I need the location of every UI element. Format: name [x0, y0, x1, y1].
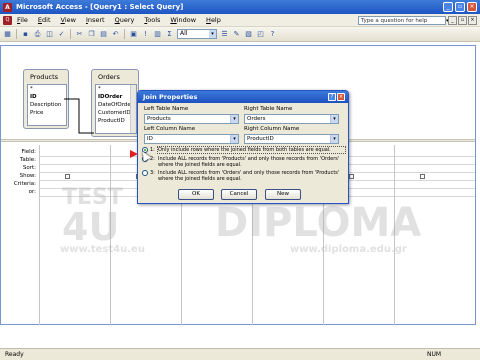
- option-number: 2:: [150, 156, 155, 162]
- paste-icon[interactable]: ▤: [99, 30, 108, 39]
- menu-insert[interactable]: Insert: [81, 16, 110, 24]
- toolbar-separator: [16, 29, 17, 39]
- left-column-label: Left Column Name: [144, 126, 196, 132]
- menu-tools[interactable]: Tools: [139, 16, 165, 24]
- toolbar: ▦ ▪ ⎙ ◫ ✓ ✂ ❐ ▤ ↶ ▣ ! ▥ Σ All ▾ ☰ ✎ ▧ ◰ ?: [0, 27, 480, 42]
- query-type-icon[interactable]: ▣: [129, 30, 138, 39]
- properties-icon[interactable]: ☰: [220, 30, 229, 39]
- join-type-options: 1: Only include rows where the joined fi…: [142, 145, 346, 183]
- help-search-input[interactable]: Type a question for help: [358, 16, 446, 25]
- grid-row-label: Show:: [19, 173, 36, 179]
- left-column-select[interactable]: ID ▾: [144, 134, 239, 144]
- child-window-controls: _ ▫ ×: [448, 16, 477, 25]
- watermark-url-left: www.test4u.eu: [60, 244, 145, 255]
- grid-row-label: Field:: [21, 149, 36, 155]
- radio-button[interactable]: [142, 170, 148, 176]
- chevron-down-icon[interactable]: ▾: [209, 30, 216, 38]
- menu-help[interactable]: Help: [201, 16, 226, 24]
- window-controls: _ ▫ ×: [443, 2, 477, 12]
- menu-view[interactable]: View: [56, 16, 81, 24]
- print-icon[interactable]: ⎙: [33, 30, 42, 39]
- cancel-button[interactable]: Cancel: [221, 189, 257, 200]
- chevron-down-icon[interactable]: ▾: [230, 115, 238, 123]
- help-icon[interactable]: ?: [268, 30, 277, 39]
- join-option-3[interactable]: 3: Include ALL records from 'Orders' and…: [142, 170, 345, 182]
- title-bar: A Microsoft Access - [Query1 : Select Qu…: [0, 0, 480, 14]
- ok-button[interactable]: OK: [178, 189, 214, 200]
- show-checkbox[interactable]: [349, 174, 354, 179]
- click-marker-icon: [130, 150, 138, 158]
- undo-icon[interactable]: ↶: [111, 30, 120, 39]
- toolbar-separator: [124, 29, 125, 39]
- option-number: 3:: [150, 170, 155, 176]
- right-table-label: Right Table Name: [244, 106, 293, 112]
- show-checkbox[interactable]: [65, 174, 70, 179]
- status-bar: Ready NUM: [0, 348, 480, 360]
- join-option-1[interactable]: 1: Only include rows where the joined fi…: [142, 146, 346, 154]
- chevron-down-icon[interactable]: ▾: [230, 135, 238, 143]
- show-checkbox[interactable]: [420, 174, 425, 179]
- join-option-2[interactable]: 2: Include ALL records from 'Products' a…: [142, 156, 345, 168]
- show-table-icon[interactable]: ▥: [153, 30, 162, 39]
- grid-row-label: Table:: [19, 157, 36, 163]
- child-restore-icon[interactable]: ▫: [458, 16, 467, 25]
- minimize-icon[interactable]: _: [443, 2, 453, 12]
- new-button[interactable]: New: [265, 189, 301, 200]
- chevron-down-icon[interactable]: ▾: [330, 115, 338, 123]
- new-object-icon[interactable]: ◰: [256, 30, 265, 39]
- totals-icon[interactable]: Σ: [165, 30, 174, 39]
- watermark-diploma: DIPLOMA: [215, 200, 422, 246]
- run-icon[interactable]: !: [141, 30, 150, 39]
- menu-file[interactable]: File: [12, 16, 33, 24]
- left-table-select[interactable]: Products ▾: [144, 114, 239, 124]
- dialog-close-icon[interactable]: ×: [337, 93, 345, 101]
- query-doc-icon[interactable]: Q: [3, 15, 12, 25]
- option-text: Include ALL records from 'Products' and …: [158, 156, 340, 168]
- top-values-combo[interactable]: All ▾: [177, 29, 217, 39]
- grid-row-label: Sort:: [22, 165, 36, 171]
- spelling-icon[interactable]: ✓: [57, 30, 66, 39]
- left-table-value: Products: [147, 116, 171, 122]
- save-icon[interactable]: ▪: [21, 30, 30, 39]
- option-text: Include ALL records from 'Orders' and on…: [158, 170, 340, 182]
- build-icon[interactable]: ✎: [232, 30, 241, 39]
- watermark-url-right: www.diploma.edu.gr: [290, 244, 407, 255]
- grid-row-label: or:: [28, 189, 36, 195]
- menu-query[interactable]: Query: [110, 16, 140, 24]
- right-column-label: Right Column Name: [244, 126, 300, 132]
- status-text: Ready: [5, 351, 24, 358]
- watermark-4u: 4U: [62, 205, 120, 249]
- dialog-title: Join Properties: [138, 91, 348, 103]
- toolbar-separator: [70, 29, 71, 39]
- menu-window[interactable]: Window: [165, 16, 201, 24]
- right-column-value: ProductID: [247, 136, 274, 142]
- cut-icon[interactable]: ✂: [75, 30, 84, 39]
- join-properties-dialog: Join Properties ? × Left Table Name Righ…: [137, 90, 349, 204]
- left-column-value: ID: [147, 136, 153, 142]
- database-window-icon[interactable]: ▧: [244, 30, 253, 39]
- close-icon[interactable]: ×: [467, 2, 477, 12]
- access-app-icon[interactable]: A: [3, 2, 12, 12]
- left-table-label: Left Table Name: [144, 106, 189, 112]
- window-title: Microsoft Access - [Query1 : Select Quer…: [16, 3, 184, 11]
- grid-row-label: Criteria:: [13, 181, 36, 187]
- child-close-icon[interactable]: ×: [468, 16, 477, 25]
- restore-icon[interactable]: ▫: [455, 2, 465, 12]
- preview-icon[interactable]: ◫: [45, 30, 54, 39]
- right-table-value: Orders: [247, 116, 266, 122]
- menu-bar: Q File Edit View Insert Query Tools Wind…: [0, 14, 480, 27]
- top-values-value: All: [180, 30, 188, 37]
- num-lock-indicator: NUM: [427, 351, 442, 358]
- option-number: 1:: [150, 147, 155, 153]
- chevron-down-icon[interactable]: ▾: [330, 135, 338, 143]
- copy-icon[interactable]: ❐: [87, 30, 96, 39]
- view-icon[interactable]: ▦: [3, 30, 12, 39]
- dialog-help-icon[interactable]: ?: [328, 93, 336, 101]
- menu-edit[interactable]: Edit: [33, 16, 56, 24]
- option-text: Only include rows where the joined field…: [157, 146, 346, 154]
- child-minimize-icon[interactable]: _: [448, 16, 457, 25]
- right-table-select[interactable]: Orders ▾: [244, 114, 339, 124]
- right-column-select[interactable]: ProductID ▾: [244, 134, 339, 144]
- dialog-controls: ? ×: [328, 93, 345, 101]
